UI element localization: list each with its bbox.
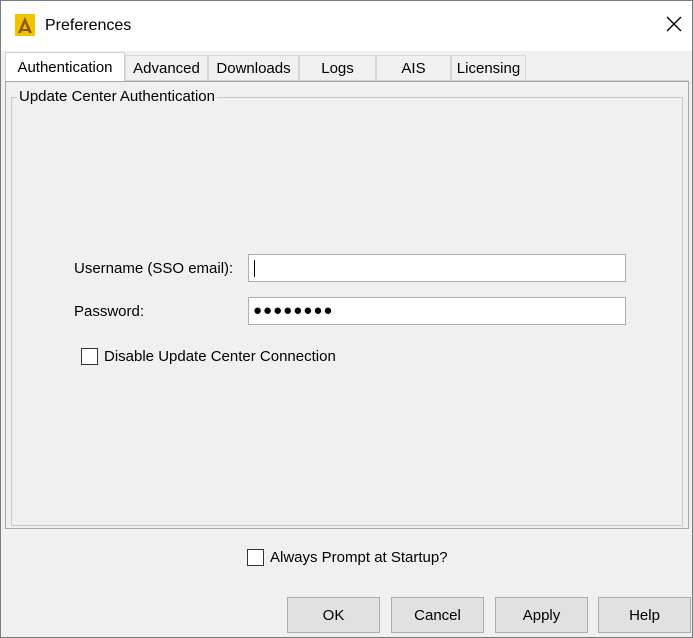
username-field[interactable] [248,254,626,282]
help-button[interactable]: Help [598,597,691,633]
disable-update-center-checkbox[interactable] [81,348,98,365]
group-title: Update Center Authentication [17,88,217,105]
close-button[interactable] [656,1,692,51]
password-label: Password: [74,303,145,320]
disable-update-center-label[interactable]: Disable Update Center Connection [104,348,336,365]
window-title: Preferences [45,17,132,34]
tab-licensing[interactable]: Licensing [451,55,526,80]
title-bar: Preferences [1,1,692,51]
password-value: ●●●●●●●● [253,302,334,319]
preferences-dialog: Preferences Authentication Advanced Down… [0,0,693,638]
always-prompt-checkbox[interactable] [247,549,264,566]
tab-downloads[interactable]: Downloads [208,55,299,80]
always-prompt-label[interactable]: Always Prompt at Startup? [270,549,448,566]
tab-ais[interactable]: AIS [376,55,451,80]
app-logo-icon [15,14,35,36]
apply-button[interactable]: Apply [495,597,588,633]
text-caret [254,260,255,277]
tab-advanced[interactable]: Advanced [125,55,208,80]
tab-logs[interactable]: Logs [299,55,376,80]
cancel-button[interactable]: Cancel [391,597,484,633]
close-icon [666,16,682,36]
ok-button[interactable]: OK [287,597,380,633]
tab-authentication[interactable]: Authentication [5,52,125,81]
tab-strip: Authentication Advanced Downloads Logs A… [5,52,689,81]
username-label: Username (SSO email): [74,260,234,277]
password-field[interactable]: ●●●●●●●● [248,297,626,325]
